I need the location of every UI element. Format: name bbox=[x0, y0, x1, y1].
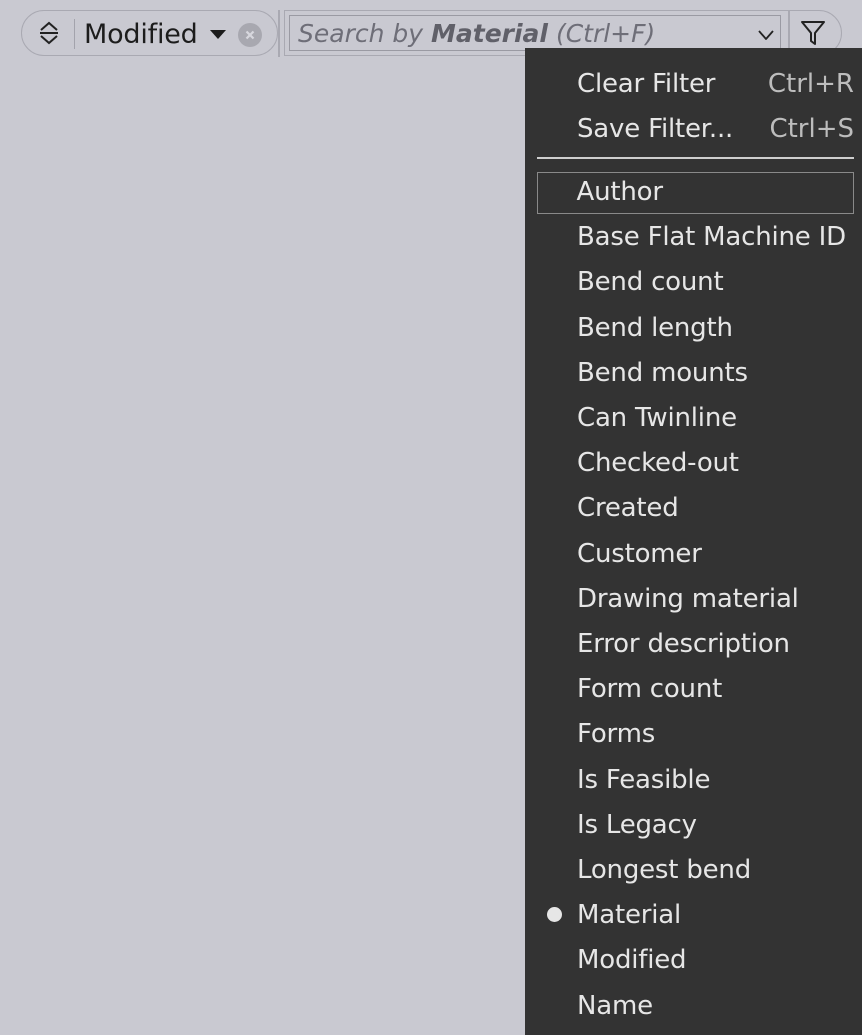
menu-item-label: Longest bend bbox=[577, 855, 752, 885]
sort-field-dropdown[interactable]: Modified bbox=[84, 17, 226, 51]
menu-item-shortcut: Ctrl+R bbox=[767, 69, 854, 99]
menu-item-label: Customer bbox=[577, 539, 702, 569]
menu-field-is-legacy[interactable]: Is Legacy bbox=[537, 805, 854, 847]
menu-field-name[interactable]: Name bbox=[537, 986, 854, 1028]
menu-field-checked-out[interactable]: Checked-out bbox=[537, 443, 854, 485]
menu-command-clear-filter[interactable]: Clear Filter Ctrl+R bbox=[537, 64, 854, 106]
menu-item-label: Modified bbox=[577, 945, 687, 975]
menu-item-label: Is Feasible bbox=[577, 765, 711, 795]
filter-menu-button[interactable] bbox=[795, 17, 831, 49]
menu-item-label: Material bbox=[577, 900, 682, 930]
funnel-icon bbox=[801, 21, 825, 45]
menu-item-label: Drawing material bbox=[577, 584, 799, 614]
group-separator bbox=[278, 10, 280, 57]
menu-item-label: Can Twinline bbox=[577, 403, 737, 433]
toolbar-canvas: Modified Search by Material (Ctrl+F) Cle… bbox=[0, 0, 862, 1035]
menu-item-label: Bend length bbox=[577, 313, 733, 343]
menu-field-customer[interactable]: Customer bbox=[537, 534, 854, 576]
menu-field-error-description[interactable]: Error description bbox=[537, 624, 854, 666]
clear-circle-icon bbox=[245, 30, 255, 40]
menu-field-bend-mounts[interactable]: Bend mounts bbox=[537, 353, 854, 395]
sort-group: Modified bbox=[21, 10, 278, 56]
menu-item-label: Base Flat Machine ID bbox=[577, 222, 846, 252]
sort-field-label: Modified bbox=[84, 18, 198, 50]
menu-item-label: Forms bbox=[577, 719, 656, 749]
search-input[interactable]: Search by Material (Ctrl+F) bbox=[289, 15, 781, 51]
sort-divider bbox=[74, 19, 75, 49]
menu-field-bend-length[interactable]: Bend length bbox=[537, 308, 854, 350]
menu-field-drawing-material[interactable]: Drawing material bbox=[537, 579, 854, 621]
menu-item-label: Bend mounts bbox=[577, 358, 748, 388]
menu-field-material[interactable]: Material bbox=[537, 895, 854, 937]
search-field-name: Material bbox=[431, 18, 548, 48]
menu-divider bbox=[537, 157, 854, 159]
caret-down-icon bbox=[209, 29, 226, 39]
menu-field-longest-bend[interactable]: Longest bend bbox=[537, 850, 854, 892]
search-placeholder: Search by Material (Ctrl+F) bbox=[298, 18, 656, 48]
menu-field-is-feasible[interactable]: Is Feasible bbox=[537, 760, 854, 802]
sort-direction-icon bbox=[40, 21, 58, 45]
menu-item-label: Is Legacy bbox=[577, 810, 697, 840]
menu-field-form-count[interactable]: Form count bbox=[537, 669, 854, 711]
sort-direction-button[interactable] bbox=[32, 17, 66, 49]
menu-item-label: Clear Filter bbox=[577, 69, 716, 99]
menu-field-modified[interactable]: Modified bbox=[537, 940, 854, 982]
menu-item-label: Name bbox=[577, 991, 653, 1021]
menu-item-label: Save Filter... bbox=[577, 114, 734, 144]
menu-field-bend-count[interactable]: Bend count bbox=[537, 262, 854, 304]
clear-sort-button[interactable] bbox=[238, 23, 262, 47]
selected-dot-icon bbox=[547, 907, 562, 922]
menu-item-label: Checked-out bbox=[577, 448, 739, 478]
menu-item-label: Bend count bbox=[577, 267, 724, 297]
menu-item-label: Form count bbox=[577, 674, 723, 704]
menu-field-author[interactable]: Author bbox=[537, 172, 854, 214]
menu-item-label: Created bbox=[577, 493, 679, 523]
chevron-down-icon[interactable] bbox=[757, 29, 775, 41]
menu-field-created[interactable]: Created bbox=[537, 488, 854, 530]
menu-field-can-twinline[interactable]: Can Twinline bbox=[537, 398, 854, 440]
menu-item-shortcut: Ctrl+S bbox=[769, 114, 854, 144]
menu-item-label: Author bbox=[576, 176, 664, 207]
menu-field-base-flat-machine-id[interactable]: Base Flat Machine ID bbox=[537, 217, 854, 259]
menu-command-save-filter[interactable]: Save Filter... Ctrl+S bbox=[537, 109, 854, 151]
filter-field-menu: Clear Filter Ctrl+R Save Filter... Ctrl+S Au… bbox=[525, 48, 862, 1035]
menu-item-label: Error description bbox=[577, 629, 790, 659]
menu-field-forms[interactable]: Forms bbox=[537, 714, 854, 756]
